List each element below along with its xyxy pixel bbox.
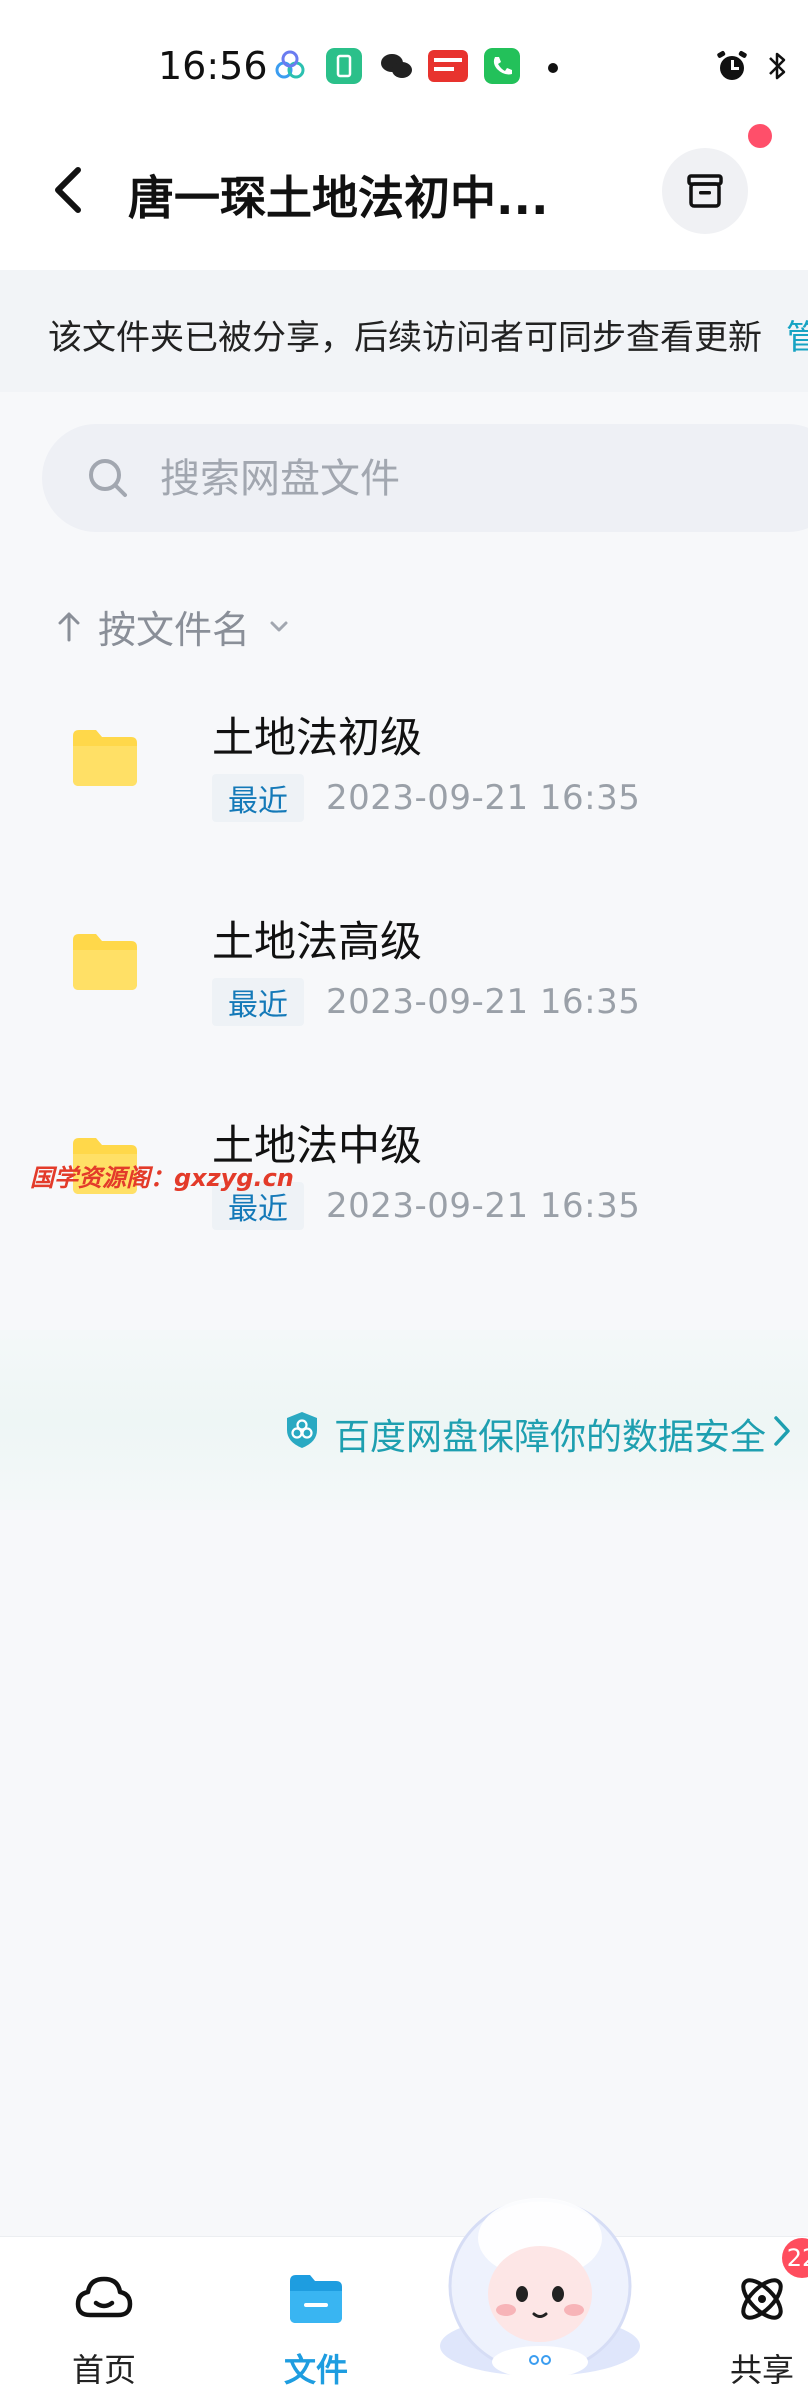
sort-arrow-up-icon [58, 612, 80, 642]
share-notice-text: 该文件夹已被分享，后续访问者可同步查看更新 [48, 318, 762, 358]
manage-share-link[interactable]: 管 [786, 310, 808, 359]
status-time: 16:56 [158, 44, 268, 88]
bluetooth-icon [769, 52, 786, 80]
sort-label: 按文件名 [98, 607, 251, 652]
nav-home[interactable]: 首页 [44, 2255, 164, 2395]
nav-share[interactable]: 共享 [702, 2255, 808, 2395]
mascot-assistant-icon[interactable] [430, 2176, 650, 2376]
header: 唐一琛土地法初中... [0, 110, 808, 270]
nav-share-label: 共享 [729, 2351, 794, 2389]
page-title: 唐一琛土地法初中... [128, 171, 549, 225]
chevron-right-icon [774, 1416, 790, 1446]
toutiao-icon [428, 50, 468, 82]
watermark-text: 国学资源阁：gxzyg.cn [30, 1164, 294, 1192]
archive-button[interactable] [662, 148, 748, 234]
baidu-netdisk-notification-icon [275, 50, 305, 79]
recent-badge: 最近 [212, 978, 304, 1026]
file-name: 土地法高级 [212, 917, 423, 966]
sort-control[interactable]: 按文件名 [56, 598, 292, 654]
notification-dot [748, 124, 772, 148]
folder-files-icon [290, 2275, 342, 2323]
shield-icon [287, 1412, 317, 1448]
bottom-navigation: 首页 文件 共享 [0, 2236, 808, 2401]
atom-share-icon [741, 2278, 783, 2320]
file-name: 土地法初级 [212, 713, 423, 762]
chevron-down-icon [270, 621, 288, 632]
security-banner-text: 百度网盘保障你的数据安全 [334, 1417, 767, 1458]
file-time: 2023-09-21 16:35 [326, 1186, 641, 1226]
security-banner[interactable]: 百度网盘保障你的数据安全 [0, 1330, 808, 1510]
list-item[interactable]: 土地法初级 最近 2023-09-21 16:35 [0, 680, 808, 880]
phone-app-icon [484, 48, 520, 84]
battery-app-icon [326, 48, 362, 84]
file-time: 2023-09-21 16:35 [326, 778, 641, 818]
recent-badge: 最近 [212, 774, 304, 822]
search-input[interactable] [158, 450, 762, 508]
share-notice-banner: 该文件夹已被分享，后续访问者可同步查看更新 管 [0, 270, 808, 392]
alarm-icon [717, 51, 747, 80]
search-bar[interactable] [42, 424, 808, 532]
nav-files-label: 文件 [283, 2351, 348, 2389]
folder-icon [73, 934, 137, 990]
archive-icon [687, 174, 723, 208]
wechat-icon [381, 54, 412, 78]
folder-icon [73, 730, 137, 786]
status-bar: 16:56 [0, 0, 808, 110]
more-notifications-dot-icon [548, 63, 558, 73]
file-time: 2023-09-21 16:35 [326, 982, 641, 1022]
nav-home-label: 首页 [71, 2351, 136, 2389]
cloud-home-icon [75, 2276, 133, 2318]
list-item[interactable]: 土地法高级 最近 2023-09-21 16:35 [0, 884, 808, 1084]
back-icon[interactable] [40, 160, 100, 220]
search-icon [89, 459, 127, 497]
nav-files[interactable]: 文件 [256, 2255, 376, 2395]
